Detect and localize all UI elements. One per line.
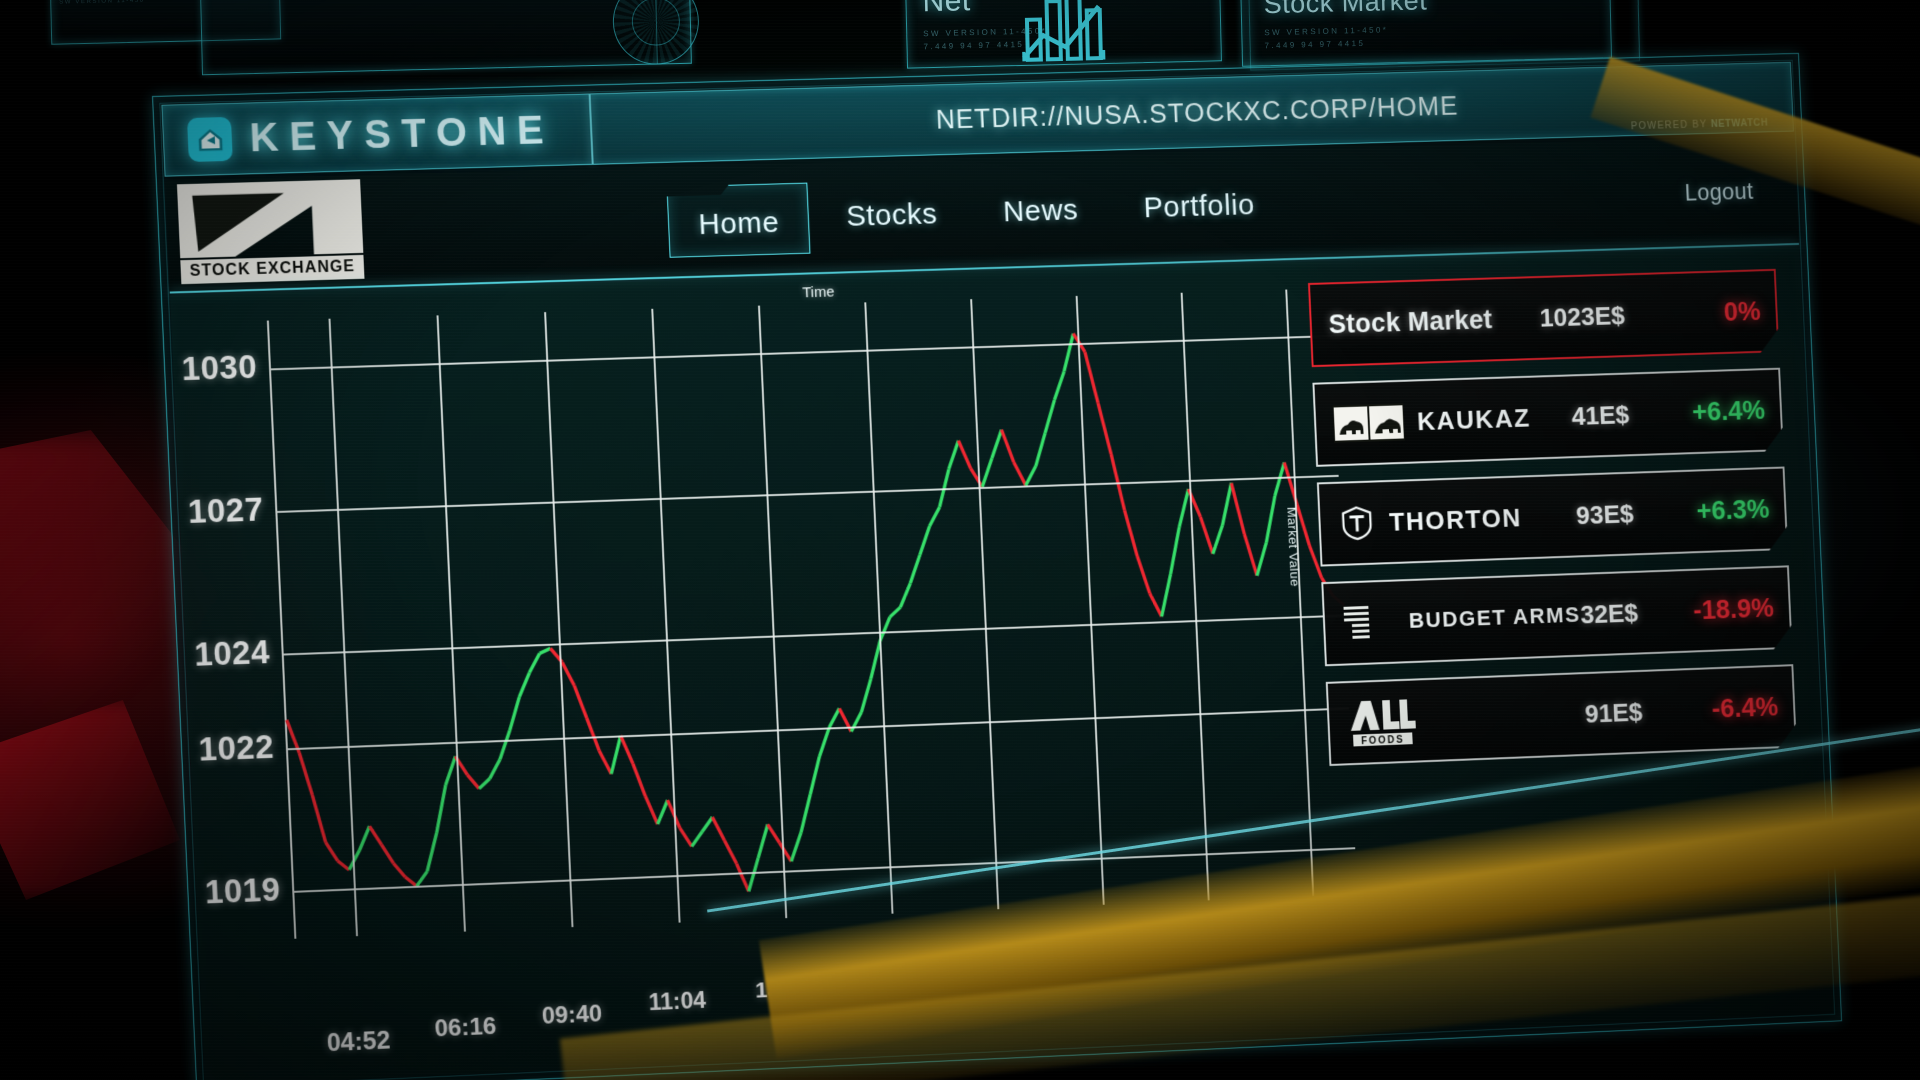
browser-brand[interactable]: KEYSTONE (162, 94, 591, 175)
stock-change: +6.3% (1695, 493, 1770, 526)
sidebar-market-header[interactable]: Stock Market 1023E$ 0% (1308, 269, 1780, 367)
hud-panel-stockmarket: Stock Market SW VERSION 11-450* 7.449 94… (1240, 0, 1613, 67)
x-axis-tick-label: 11:04 (648, 987, 707, 1016)
stock-ticker: THORTON (1388, 502, 1523, 537)
y-axis-tick-label: 1027 (187, 490, 265, 530)
y-axis-tick-label: 1024 (193, 633, 271, 673)
stock-change: -6.4% (1711, 691, 1779, 724)
bar-chart-icon (1020, 0, 1106, 64)
market-change: 0% (1723, 296, 1762, 327)
stock-row-all-foods[interactable]: FOODS ALL FOODS 91E$ -6.4% (1325, 664, 1796, 766)
market-price: 1023E$ (1539, 300, 1626, 333)
budget-arms-logo-icon (1341, 602, 1396, 643)
x-axis-tick-label: 06:16 (433, 1013, 497, 1043)
stock-price: 32E$ (1579, 597, 1639, 629)
brand-name: KEYSTONE (248, 107, 556, 160)
nav-items: Home Stocks News Portfolio (371, 158, 1687, 267)
nav-item-portfolio[interactable]: Portfolio (1113, 174, 1284, 240)
all-foods-logo-icon: FOODS (1345, 696, 1418, 748)
x-axis-tick-label: 09:40 (541, 1000, 603, 1030)
thorton-shield-icon (1337, 503, 1377, 543)
y-axis-tick-label: 1022 (197, 728, 275, 768)
stock-change: -18.9% (1692, 592, 1775, 625)
x-axis-tick-label: 04:52 (326, 1026, 391, 1058)
y-axis-tick-label: 1030 (180, 347, 258, 387)
bear-logo-icon (1332, 402, 1404, 443)
stock-change: +6.4% (1691, 394, 1766, 427)
site-logo: STOCK EXCHANGE (171, 177, 375, 290)
chart-plot-area: 1030 1027 1024 1022 1019 04:52 06:16 09:40 11:04… (181, 288, 1358, 1057)
hud-stockmarket-label: Stock Market (1263, 0, 1428, 20)
stock-price: 93E$ (1575, 498, 1635, 530)
nav-item-stocks[interactable]: Stocks (816, 183, 968, 248)
stock-row-kaukaz[interactable]: KAUKAZ 41E$ +6.4% (1312, 368, 1784, 467)
stock-ticker: KAUKAZ (1416, 402, 1532, 436)
logout-button[interactable]: Logout (1684, 178, 1754, 206)
url-text[interactable]: NETDIR://NUSA.STOCKXC.CORP/HOME (935, 91, 1459, 135)
x-axis-title: Time (802, 283, 835, 302)
y-axis-tick-label: 1019 (204, 870, 282, 911)
nav-item-news[interactable]: News (973, 179, 1109, 244)
home-icon[interactable] (186, 116, 233, 163)
market-name: Stock Market (1328, 304, 1494, 339)
stock-price: 91E$ (1584, 696, 1644, 729)
stock-ticker: BUDGET ARMS (1408, 602, 1582, 634)
stock-price: 41E$ (1570, 399, 1630, 431)
stock-row-budget-arms[interactable]: BUDGET ARMS 32E$ -18.9% (1321, 565, 1792, 666)
svg-text:FOODS: FOODS (1361, 735, 1405, 747)
nav-item-home[interactable]: Home (666, 183, 810, 258)
logo-caption: STOCK EXCHANGE (180, 254, 365, 285)
stock-row-thorton[interactable]: THORTON 93E$ +6.3% (1317, 467, 1789, 567)
